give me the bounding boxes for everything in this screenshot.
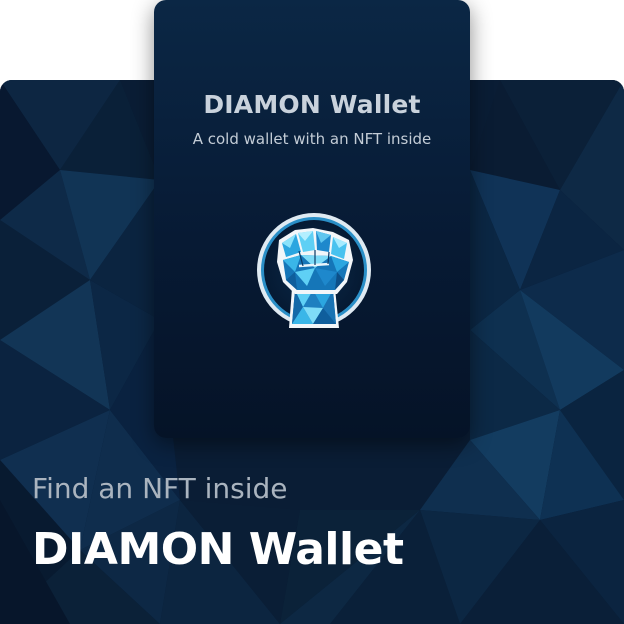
diamond-fist-icon	[257, 213, 371, 328]
promo-banner: DIAMON Wallet A cold wallet with an NFT …	[0, 0, 624, 624]
card-subtitle: A cold wallet with an NFT inside	[192, 130, 432, 148]
wallet-card: DIAMON Wallet A cold wallet with an NFT …	[154, 0, 470, 438]
hero-title: DIAMON Wallet	[32, 524, 404, 575]
hero-kicker: Find an NFT inside	[32, 472, 288, 505]
card-title: DIAMON Wallet	[203, 90, 421, 119]
